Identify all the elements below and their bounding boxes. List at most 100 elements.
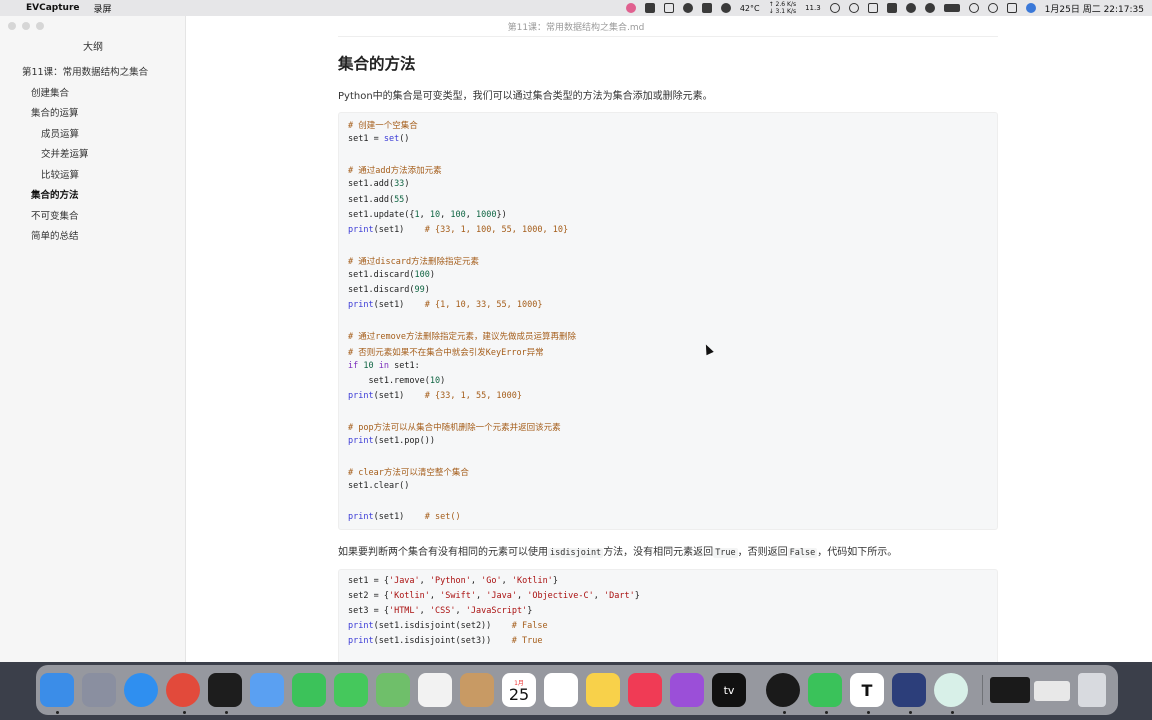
running-indicator: [867, 711, 870, 714]
inline-code-true: True: [713, 548, 738, 558]
code-line: print(set1) # set(): [348, 511, 461, 522]
section-heading: 集合的方法: [338, 55, 416, 73]
toc-item-set-methods[interactable]: 集合的方法: [31, 187, 79, 201]
paragraph-intro: Python中的集合是可变类型，我们可以通过集合类型的方法为集合添加或删除元素。: [338, 91, 713, 102]
grid-icon[interactable]: [663, 3, 674, 13]
paragraph-isdisjoint: 如果要判断两个集合有没有相同的元素可以使用 isdisjoint 方法，没有相同元素…: [338, 547, 898, 558]
code-line: print(set1) # {1, 10, 33, 55, 1000}: [348, 300, 543, 311]
battery-icon[interactable]: [943, 4, 960, 12]
code-line: # 通过remove方法删除指定元素，建议先做成员运算再删除: [348, 332, 576, 343]
launchpad-icon[interactable]: [82, 673, 116, 707]
code-block-set-methods[interactable]: # 创建一个空集合 set1 = set() # 通过add方法添加元素 set1.a…: [338, 112, 998, 530]
code-line: set1.discard(100): [348, 270, 436, 280]
toc-item-union-diff[interactable]: 交并差运算: [41, 146, 89, 160]
typora-icon[interactable]: T: [850, 673, 884, 707]
toc-item-comparison[interactable]: 比较运算: [41, 167, 79, 181]
divider: [338, 36, 998, 37]
stat-readout[interactable]: 11.3: [805, 4, 821, 12]
code-line: set1.add(55): [348, 194, 410, 205]
code-line: set1 = {'Java', 'Python', 'Go', 'Kotlin'…: [348, 576, 558, 586]
code-line: print(set1.isdisjoint(set2)) # False: [348, 621, 548, 632]
search-icon[interactable]: [987, 3, 998, 13]
wifi-icon[interactable]: [968, 3, 979, 13]
toc-item-create-set[interactable]: 创建集合: [31, 85, 69, 99]
contacts-icon[interactable]: [460, 673, 494, 707]
facetime-icon[interactable]: [292, 673, 326, 707]
photos-icon[interactable]: [418, 673, 452, 707]
status-app-icon-2[interactable]: [644, 3, 655, 13]
code-line: # clear方法可以清空整个集合: [348, 468, 469, 479]
evcapture-ev-icon[interactable]: [934, 673, 968, 707]
code-line: print(set1.pop()): [348, 436, 436, 447]
calendar-icon[interactable]: 1月 25: [502, 673, 536, 707]
running-indicator: [783, 711, 786, 714]
switch-icon[interactable]: [886, 3, 897, 13]
mail-icon[interactable]: [250, 673, 284, 707]
code-line: print(set1) # {33, 1, 100, 55, 1000, 10}: [348, 224, 569, 235]
toc-item-membership[interactable]: 成员运算: [41, 126, 79, 140]
dock: 1月 25 tv T: [36, 665, 1118, 715]
podcasts-icon[interactable]: [670, 673, 704, 707]
running-indicator: [183, 711, 186, 714]
safari-icon[interactable]: [124, 673, 158, 707]
minimized-window-1[interactable]: [990, 677, 1030, 703]
minimized-window-2[interactable]: [1034, 681, 1070, 701]
control-center-icon[interactable]: [1006, 3, 1017, 13]
code-line: # 通过discard方法删除指定元素: [348, 256, 480, 267]
toc-item-lesson-11[interactable]: 第11课：常用数据结构之集合: [22, 64, 148, 78]
outline-sidebar: 大纲 第11课：常用数据结构之集合 创建集合 集合的运算 成员运算 交并差运算 …: [0, 16, 186, 662]
code-line: set1.clear(): [348, 481, 410, 492]
cpu-temp[interactable]: 42°C: [740, 4, 760, 13]
network-speed[interactable]: ↑ 2.6 K/s ↓ 3.1 K/s: [769, 1, 796, 15]
wechat-status-icon[interactable]: [720, 3, 731, 13]
notes-icon[interactable]: [586, 673, 620, 707]
running-indicator: [56, 711, 59, 714]
toc-item-summary[interactable]: 简单的总结: [31, 228, 79, 242]
code-line: set1.add(33): [348, 179, 410, 190]
toc-item-frozenset[interactable]: 不可变集合: [31, 208, 79, 222]
dock-separator: [982, 675, 983, 705]
code-line: set1 = set(): [348, 134, 410, 145]
code-line: # 创建一个空集合: [348, 121, 418, 131]
running-indicator: [825, 711, 828, 714]
siri-icon[interactable]: [1025, 3, 1036, 13]
toc-item-set-operations[interactable]: 集合的运算: [31, 105, 79, 119]
status-app-icon[interactable]: [625, 3, 636, 13]
bluetooth-icon[interactable]: [924, 3, 935, 13]
code-line: set2 = {'Kotlin', 'Swift', 'Java', 'Obje…: [348, 591, 640, 602]
running-indicator: [909, 711, 912, 714]
volume-icon[interactable]: [905, 3, 916, 13]
inline-code-isdisjoint: isdisjoint: [548, 548, 604, 558]
document-area[interactable]: 集合的方法 Python中的集合是可变类型，我们可以通过集合类型的方法为集合添加…: [186, 16, 1152, 662]
chrome-icon[interactable]: [166, 673, 200, 707]
wechat-icon[interactable]: [808, 673, 842, 707]
music-icon[interactable]: [628, 673, 662, 707]
code-line: set1.update({1, 10, 100, 1000}): [348, 209, 507, 220]
display-icon[interactable]: [867, 3, 878, 13]
clock-icon[interactable]: [848, 3, 859, 13]
qq-icon[interactable]: [766, 673, 800, 707]
menu-item-record[interactable]: 录屏: [94, 2, 112, 15]
code-block-isdisjoint[interactable]: set1 = {'Java', 'Python', 'Go', 'Kotlin'…: [338, 569, 998, 662]
code-line: # 通过add方法添加元素: [348, 166, 442, 177]
running-indicator: [225, 711, 228, 714]
code-line: set3 = {'HTML', 'CSS', 'JavaScript'}: [348, 606, 533, 617]
reminders-icon[interactable]: [544, 673, 578, 707]
datetime[interactable]: 1月25日 周二 22:17:35: [1045, 2, 1144, 15]
running-indicator: [951, 711, 954, 714]
messages-icon[interactable]: [334, 673, 368, 707]
evcapture-icon[interactable]: [892, 673, 926, 707]
inline-code-false: False: [787, 548, 818, 558]
code-line: if 10 in set1:: [348, 360, 420, 371]
app-menu[interactable]: EVCapture: [26, 3, 80, 13]
appletv-icon[interactable]: tv: [712, 673, 746, 707]
bell-icon[interactable]: [682, 3, 693, 13]
menu-bar: EVCapture 录屏 42°C ↑ 2.6 K/s ↓ 3.1 K/s 11…: [0, 0, 1152, 16]
play-icon[interactable]: [829, 3, 840, 13]
finder-icon[interactable]: [40, 673, 74, 707]
terminal-icon[interactable]: [208, 673, 242, 707]
trash-icon[interactable]: [1078, 673, 1106, 707]
code-line: print(set1.isdisjoint(set3)) # True: [348, 636, 543, 647]
maps-icon[interactable]: [376, 673, 410, 707]
translate-icon[interactable]: [701, 3, 712, 13]
